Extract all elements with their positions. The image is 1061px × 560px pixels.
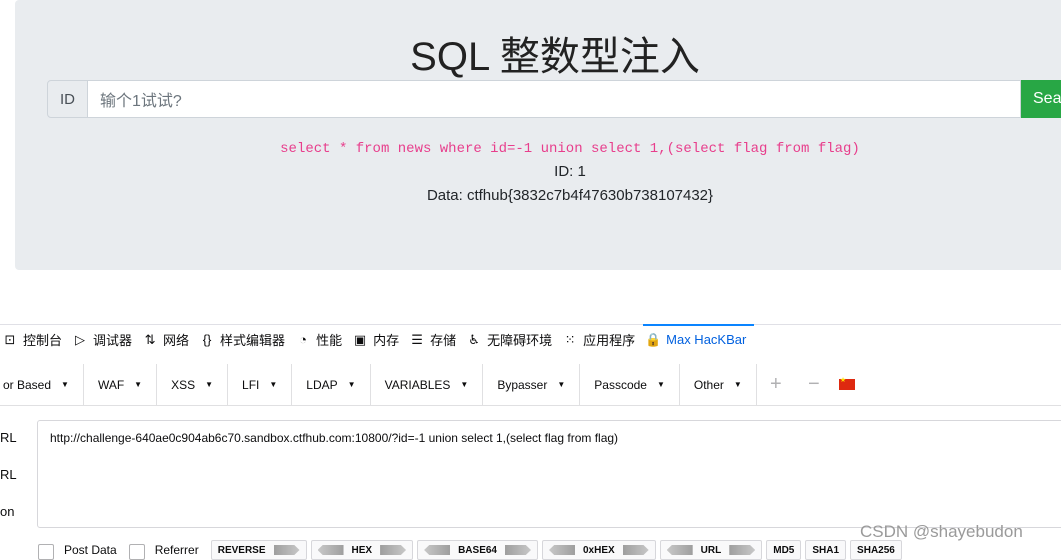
menu-passcode[interactable]: Passcode ▼	[580, 363, 680, 406]
page-title: SQL 整数型注入	[410, 35, 700, 79]
menu-error-based[interactable]: or Based ▼	[0, 363, 84, 406]
tab-accessibility[interactable]: ♿ 无障碍环境	[464, 325, 560, 355]
menu-other[interactable]: Other ▼	[680, 363, 757, 406]
id-label: ID	[47, 80, 88, 118]
console-icon: ⊡	[4, 331, 16, 347]
caret-down-icon: ▼	[656, 380, 665, 389]
0xhex-button[interactable]: 0xHEX	[541, 540, 656, 560]
caret-down-icon: ▼	[61, 380, 69, 389]
plus-icon[interactable]: +	[757, 364, 795, 406]
hackbar-menu: or Based ▼ WAF ▼ XSS ▼ LFI ▼ LDAP ▼ VARIABLES…	[0, 363, 1061, 406]
menu-ldap[interactable]: LDAP ▼	[292, 363, 371, 406]
tab-debugger[interactable]: ▷ 调试器	[70, 325, 140, 355]
checkbox-box[interactable]	[38, 544, 54, 560]
base64-button[interactable]: BASE64	[417, 540, 538, 560]
referrer-checkbox[interactable]: Referrer	[128, 540, 199, 560]
menu-bypasser[interactable]: Bypasser ▼	[483, 363, 581, 406]
tab-performance[interactable]: ◔ 性能	[293, 325, 350, 355]
post-data-checkbox[interactable]: Post Data	[38, 540, 117, 560]
md5-button[interactable]: MD5	[766, 540, 802, 560]
menu-variables[interactable]: VARIABLES ▼	[371, 363, 484, 406]
search-button[interactable]: Search	[1021, 80, 1061, 118]
tab-application[interactable]: ⁙ 应用程序	[560, 325, 643, 355]
memory-icon: ▣	[353, 331, 367, 347]
id-input[interactable]: 输个1试试?	[88, 80, 1021, 118]
caret-down-icon: ▼	[205, 380, 214, 389]
hackbar-icon: 🔒	[645, 331, 662, 347]
sha256-button[interactable]: SHA256	[850, 540, 902, 560]
execution-label[interactable]: on	[0, 504, 14, 519]
result-data: Data: ctfhub{3832c7b4f47630b738107432}	[426, 187, 714, 204]
accessibility-icon: ♿	[468, 331, 480, 347]
caret-down-icon: ▼	[347, 380, 356, 389]
tab-memory[interactable]: ▣ 内存	[350, 325, 407, 355]
tab-console[interactable]: ⊡ 控制台	[0, 325, 70, 355]
sha1-button[interactable]: SHA1	[805, 540, 847, 560]
checkbox-box[interactable]	[128, 544, 145, 560]
tab-network[interactable]: ⇅ 网络	[140, 325, 197, 355]
minus-icon[interactable]: −	[795, 364, 833, 406]
caret-down-icon: ▼	[460, 380, 469, 389]
load-url-label[interactable]: RL	[0, 430, 17, 445]
devtools-tabbar: ⊡ 控制台 ▷ 调试器 ⇅ 网络 {} 样式编辑器 ◔ 性能 ▣ 内存 ☰ 存储…	[0, 323, 1061, 355]
tab-style-editor[interactable]: {} 样式编辑器	[197, 325, 293, 355]
url-textarea[interactable]: http://challenge-640ae0c904ab6c70.sandbo…	[37, 420, 1061, 528]
storage-icon: ☰	[411, 331, 423, 347]
caret-down-icon: ▼	[134, 380, 143, 389]
china-flag-icon[interactable]	[838, 376, 855, 390]
menu-waf[interactable]: WAF ▼	[84, 363, 158, 406]
debugger-icon: ▷	[75, 331, 86, 347]
network-icon: ⇅	[144, 331, 156, 347]
sql-query: select * from news where id=-1 union sel…	[280, 141, 860, 157]
result-id: ID: 1	[554, 163, 586, 180]
performance-icon: ◔	[299, 332, 307, 347]
menu-lfi[interactable]: LFI ▼	[228, 363, 293, 406]
style-editor-icon: {}	[202, 332, 212, 347]
caret-down-icon: ▼	[269, 380, 278, 389]
caret-down-icon: ▼	[733, 380, 742, 389]
csdn-watermark: CSDN @shayebudon	[860, 522, 1023, 541]
tab-max-hackbar[interactable]: 🔒 Max HacKBar	[643, 323, 755, 355]
hex-button[interactable]: HEX	[310, 540, 414, 560]
reverse-button[interactable]: REVERSE	[210, 540, 307, 560]
split-url-label[interactable]: RL	[0, 467, 17, 482]
caret-down-icon: ▼	[557, 380, 566, 389]
menu-xss[interactable]: XSS ▼	[157, 363, 229, 406]
hackbar-options-row: Post Data Referrer REVERSE HEX BASE64 0x…	[0, 540, 1061, 560]
tab-storage[interactable]: ☰ 存储	[407, 325, 464, 355]
url-encode-button[interactable]: URL	[659, 540, 763, 560]
application-icon: ⁙	[564, 331, 576, 347]
search-form: ID 输个1试试? Search	[47, 80, 1061, 118]
